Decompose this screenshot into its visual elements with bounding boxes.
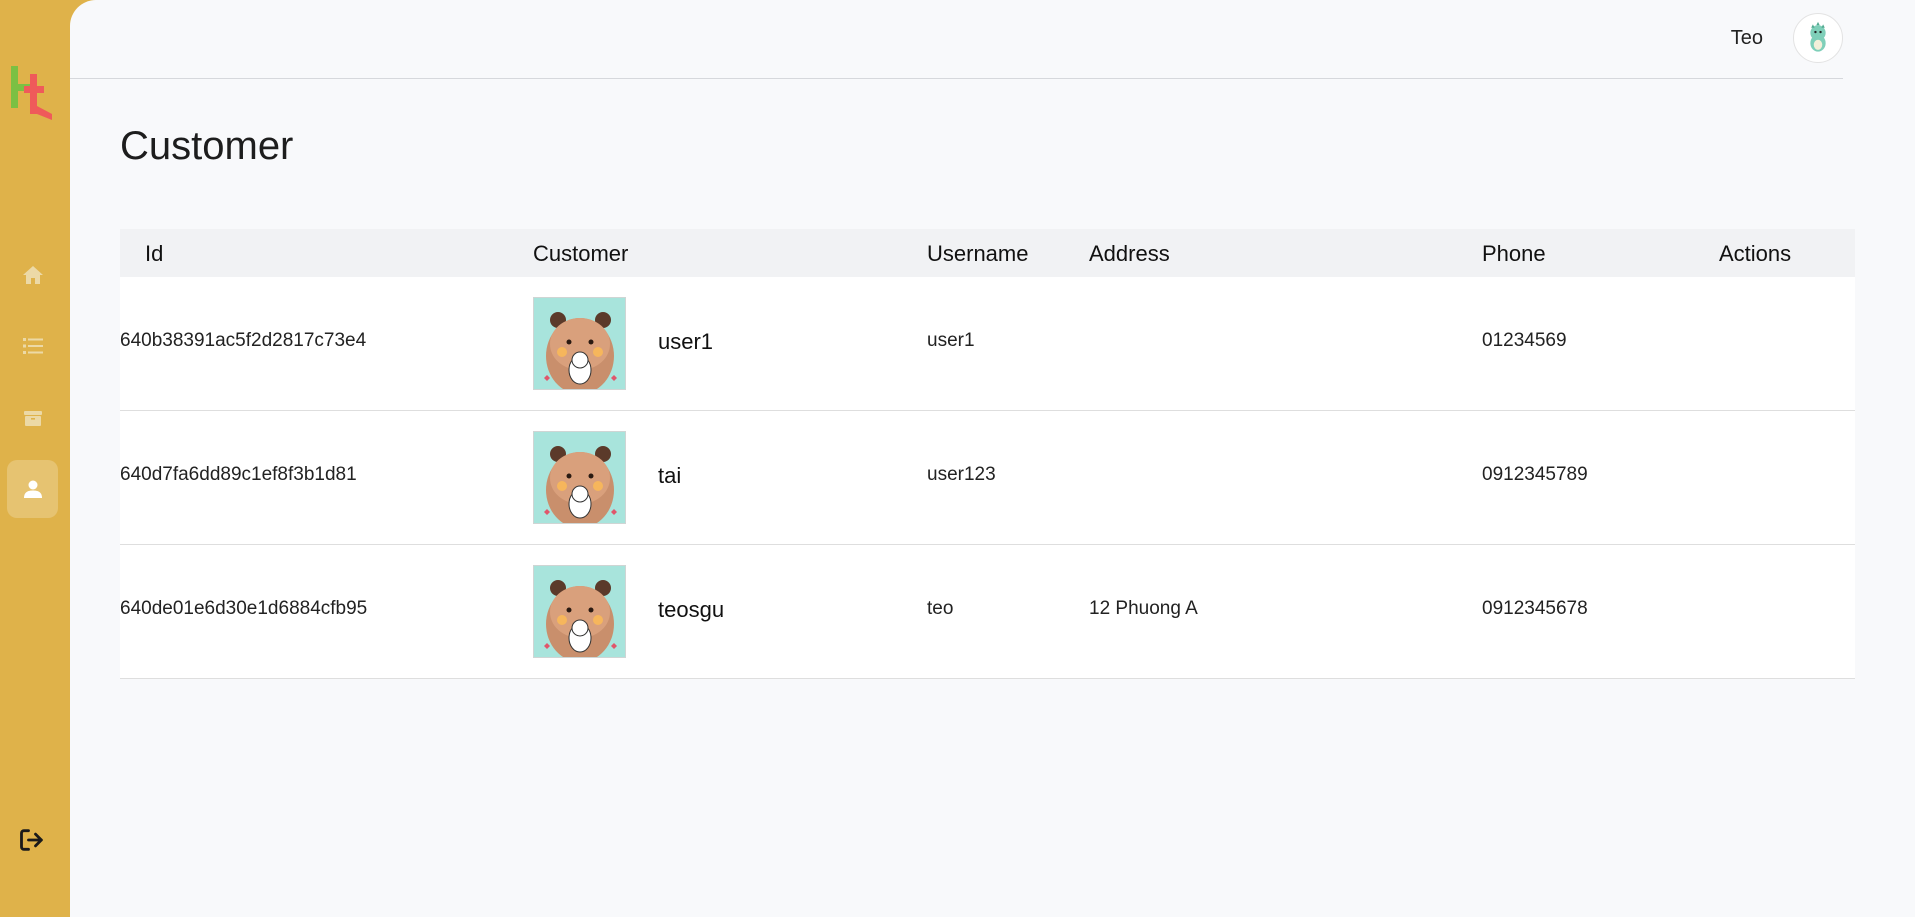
customer-name[interactable]: user1 [658, 329, 713, 355]
column-header-actions: Actions [1719, 241, 1792, 266]
logout-icon [20, 829, 43, 851]
customer-avatar [533, 431, 626, 524]
customer-avatar [533, 297, 626, 390]
sidebar-item-list[interactable] [7, 317, 58, 375]
table-header: Id Customer Username Address Phone Actio… [120, 229, 1855, 277]
column-header-username: Username [927, 241, 1029, 266]
customer-name[interactable]: tai [658, 463, 681, 489]
table-row[interactable]: 640d7fa6dd89c1ef8f3b1d81 tai user123 091… [120, 411, 1855, 545]
column-header-phone: Phone [1482, 241, 1546, 266]
column-header-address: Address [1089, 241, 1170, 266]
bear-avatar-icon [534, 432, 625, 523]
main-content: Teo Customer Id Customer Username Addres… [70, 0, 1915, 917]
customer-phone: 0912345789 [1482, 464, 1588, 485]
customer-avatar [533, 565, 626, 658]
table-row[interactable]: 640b38391ac5f2d2817c73e4 user1 user1 012… [120, 277, 1855, 411]
box-icon [23, 411, 42, 426]
customer-id: 640b38391ac5f2d2817c73e4 [120, 330, 367, 351]
dino-avatar-icon [1810, 21, 1826, 52]
sidebar-item-home[interactable] [7, 246, 58, 304]
customer-username: user123 [927, 464, 996, 485]
customer-table: Id Customer Username Address Phone Actio… [120, 229, 1855, 679]
sidebar-item-customers[interactable] [7, 460, 58, 518]
user-icon [23, 480, 42, 498]
customer-id: 640de01e6d30e1d6884cfb95 [120, 598, 368, 619]
customer-username: user1 [927, 330, 975, 351]
sidebar-item-products[interactable] [7, 388, 58, 446]
ht-logo-icon[interactable] [8, 60, 56, 120]
customer-name[interactable]: teosgu [658, 597, 724, 623]
customer-address: 12 Phuong A [1089, 598, 1198, 619]
page-title: Customer [120, 124, 294, 168]
column-header-id: Id [145, 241, 164, 266]
sidebar [0, 0, 70, 917]
home-icon [22, 266, 43, 284]
customer-id: 640d7fa6dd89c1ef8f3b1d81 [120, 464, 357, 485]
logout-button[interactable] [18, 826, 46, 854]
bear-avatar-icon [534, 566, 625, 657]
avatar[interactable] [1793, 13, 1843, 63]
customer-username: teo [927, 598, 954, 619]
list-icon [22, 338, 43, 354]
customer-phone: 0912345678 [1482, 598, 1588, 619]
table-row[interactable]: 640de01e6d30e1d6884cfb95 teosgu teo 12 P… [120, 545, 1855, 679]
user-name[interactable]: Teo [1731, 27, 1763, 50]
bear-avatar-icon [534, 298, 625, 389]
top-bar: Teo [70, 0, 1843, 79]
column-header-customer: Customer [533, 241, 629, 266]
customer-phone: 01234569 [1482, 330, 1567, 351]
